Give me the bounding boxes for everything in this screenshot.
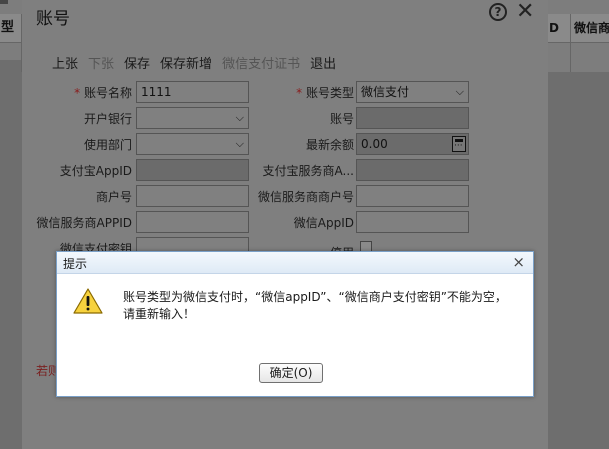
bank-label: 开户银行 [83, 112, 132, 126]
help-icon[interactable]: ? [489, 3, 507, 21]
chevron-down-icon: ⌵ [235, 111, 244, 124]
calculator-icon[interactable] [452, 136, 466, 152]
ok-button[interactable]: 确定(O) [259, 363, 323, 383]
dialog-title: 账号 [36, 9, 70, 29]
alert-title-bar: 提示 × [57, 252, 533, 274]
save-and-new-button[interactable]: 保存新增 [160, 53, 212, 72]
background-column-headers-right: D 微信商 [548, 14, 609, 42]
department-select[interactable]: ⌵ [136, 133, 249, 155]
warning-icon [73, 288, 103, 314]
wechat-sp-appid-input[interactable] [136, 211, 249, 233]
alert-title: 提示 [63, 257, 88, 271]
account-no-input[interactable] [356, 107, 469, 129]
merchant-no-label: 商户号 [95, 190, 132, 204]
merchant-no-input[interactable] [136, 185, 249, 207]
alipay-appid-label: 支付宝AppID [59, 164, 132, 178]
background-column-header-wechat: 微信商 [570, 14, 609, 42]
save-button[interactable]: 保存 [124, 53, 150, 72]
chevron-down-icon: ⌵ [235, 137, 244, 150]
close-icon[interactable]: ✕ [516, 0, 534, 24]
bank-select[interactable]: ⌵ [136, 107, 249, 129]
next-record-button[interactable]: 下张 [88, 53, 114, 72]
chevron-down-icon: ⌵ [455, 85, 464, 98]
alipay-sp-label: 支付宝服务商A... [262, 164, 354, 178]
background-scrap [0, 0, 8, 4]
account-type-label: * 账号类型 [296, 86, 354, 100]
wechat-sp-merchant-no-input[interactable] [356, 185, 469, 207]
account-name-label: * 账号名称 [74, 86, 132, 100]
background-table-row [0, 42, 22, 72]
wechat-appid-label: 微信AppID [293, 216, 354, 230]
alert-message: 账号类型为微信支付时，“微信appID”、“微信商户支付密钥”不能为空，请重新输… [123, 290, 507, 321]
department-label: 使用部门 [83, 138, 132, 152]
wechat-sp-merchant-no-label: 微信服务商商户号 [257, 190, 354, 204]
background-column-header-d: D [549, 21, 559, 35]
balance-label: 最新余额 [305, 138, 354, 152]
background-table-row [548, 42, 609, 72]
balance-value: 0.00 [361, 137, 388, 151]
prev-record-button[interactable]: 上张 [52, 53, 78, 72]
background-column-header-type: 型 [0, 14, 22, 42]
account-name-input[interactable]: 1111 [136, 81, 249, 103]
alipay-appid-input[interactable] [136, 159, 249, 181]
dialog-toolbar: 上张 下张 保存 保存新增 微信支付证书 退出 [52, 53, 346, 72]
alert-dialog: 提示 × 账号类型为微信支付时，“微信appID”、“微信商户支付密钥”不能为空… [56, 251, 534, 397]
close-icon[interactable]: × [512, 253, 525, 271]
balance-input[interactable]: 0.00 [356, 133, 469, 155]
wechat-appid-input[interactable] [356, 211, 469, 233]
exit-button[interactable]: 退出 [310, 53, 336, 72]
wechat-sp-appid-label: 微信服务商APPID [36, 216, 132, 230]
account-no-label: 账号 [329, 112, 354, 126]
wechat-cert-button[interactable]: 微信支付证书 [222, 53, 300, 72]
account-type-select[interactable]: 微信支付 ⌵ [356, 81, 469, 103]
account-type-value: 微信支付 [361, 85, 410, 99]
alipay-sp-input[interactable] [356, 159, 469, 181]
